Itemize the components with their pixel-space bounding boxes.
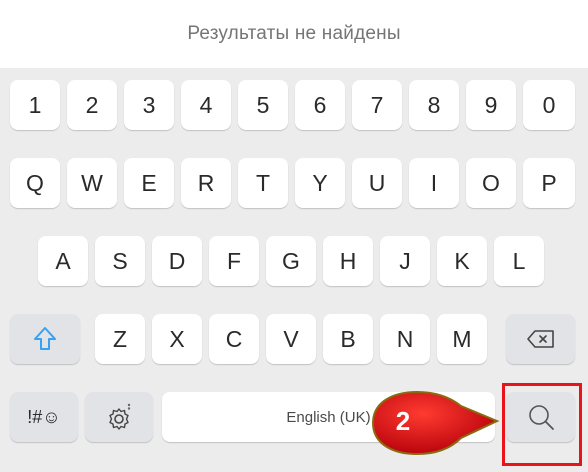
key-u[interactable]: U [352, 158, 402, 208]
keyboard-number-row: 1 2 3 4 5 6 7 8 9 0 [0, 74, 588, 134]
key-4[interactable]: 4 [181, 80, 231, 130]
key-1[interactable]: 1 [10, 80, 60, 130]
key-c[interactable]: C [209, 314, 259, 364]
key-f[interactable]: F [209, 236, 259, 286]
key-g[interactable]: G [266, 236, 316, 286]
screen: Результаты не найдены 1 2 3 4 5 6 7 8 9 … [0, 0, 588, 472]
key-a[interactable]: A [38, 236, 88, 286]
key-t[interactable]: T [238, 158, 288, 208]
key-5[interactable]: 5 [238, 80, 288, 130]
no-results-message: Результаты не найдены [187, 23, 401, 44]
key-m[interactable]: M [437, 314, 487, 364]
key-b[interactable]: B [323, 314, 373, 364]
key-j[interactable]: J [380, 236, 430, 286]
gear-icon [106, 402, 132, 432]
shift-key[interactable] [10, 314, 80, 364]
backspace-icon [526, 329, 556, 349]
key-2[interactable]: 2 [67, 80, 117, 130]
step-number: 2 [395, 405, 411, 436]
key-e[interactable]: E [124, 158, 174, 208]
keyboard-bottom-letter-row: Z X C V B N M [0, 308, 588, 368]
search-icon [526, 402, 556, 432]
key-q[interactable]: Q [10, 158, 60, 208]
key-x[interactable]: X [152, 314, 202, 364]
keyboard-qwerty-row: Q W E R T Y U I O P [0, 152, 588, 212]
key-l[interactable]: L [494, 236, 544, 286]
key-i[interactable]: I [409, 158, 459, 208]
key-n[interactable]: N [380, 314, 430, 364]
key-p[interactable]: P [523, 158, 575, 208]
on-screen-keyboard: 1 2 3 4 5 6 7 8 9 0 Q W E R T Y U I O P … [0, 68, 588, 472]
key-8[interactable]: 8 [409, 80, 459, 130]
key-6[interactable]: 6 [295, 80, 345, 130]
symbols-key[interactable]: !#☺ [10, 392, 78, 442]
search-key[interactable] [506, 392, 575, 442]
key-d[interactable]: D [152, 236, 202, 286]
key-0[interactable]: 0 [523, 80, 575, 130]
backspace-key[interactable] [506, 314, 575, 364]
key-h[interactable]: H [323, 236, 373, 286]
keyboard-action-row: !#☺ English (UK) [0, 386, 588, 446]
keyboard-home-row: A S D F G H J K L [0, 230, 588, 290]
key-w[interactable]: W [67, 158, 117, 208]
key-k[interactable]: K [437, 236, 487, 286]
key-9[interactable]: 9 [466, 80, 516, 130]
key-r[interactable]: R [181, 158, 231, 208]
key-o[interactable]: O [466, 158, 516, 208]
key-y[interactable]: Y [295, 158, 345, 208]
settings-key[interactable] [85, 392, 153, 442]
key-s[interactable]: S [95, 236, 145, 286]
space-bar[interactable]: English (UK) [162, 392, 495, 442]
key-v[interactable]: V [266, 314, 316, 364]
key-3[interactable]: 3 [124, 80, 174, 130]
key-z[interactable]: Z [95, 314, 145, 364]
key-7[interactable]: 7 [352, 80, 402, 130]
shift-arrow-icon [33, 326, 57, 352]
